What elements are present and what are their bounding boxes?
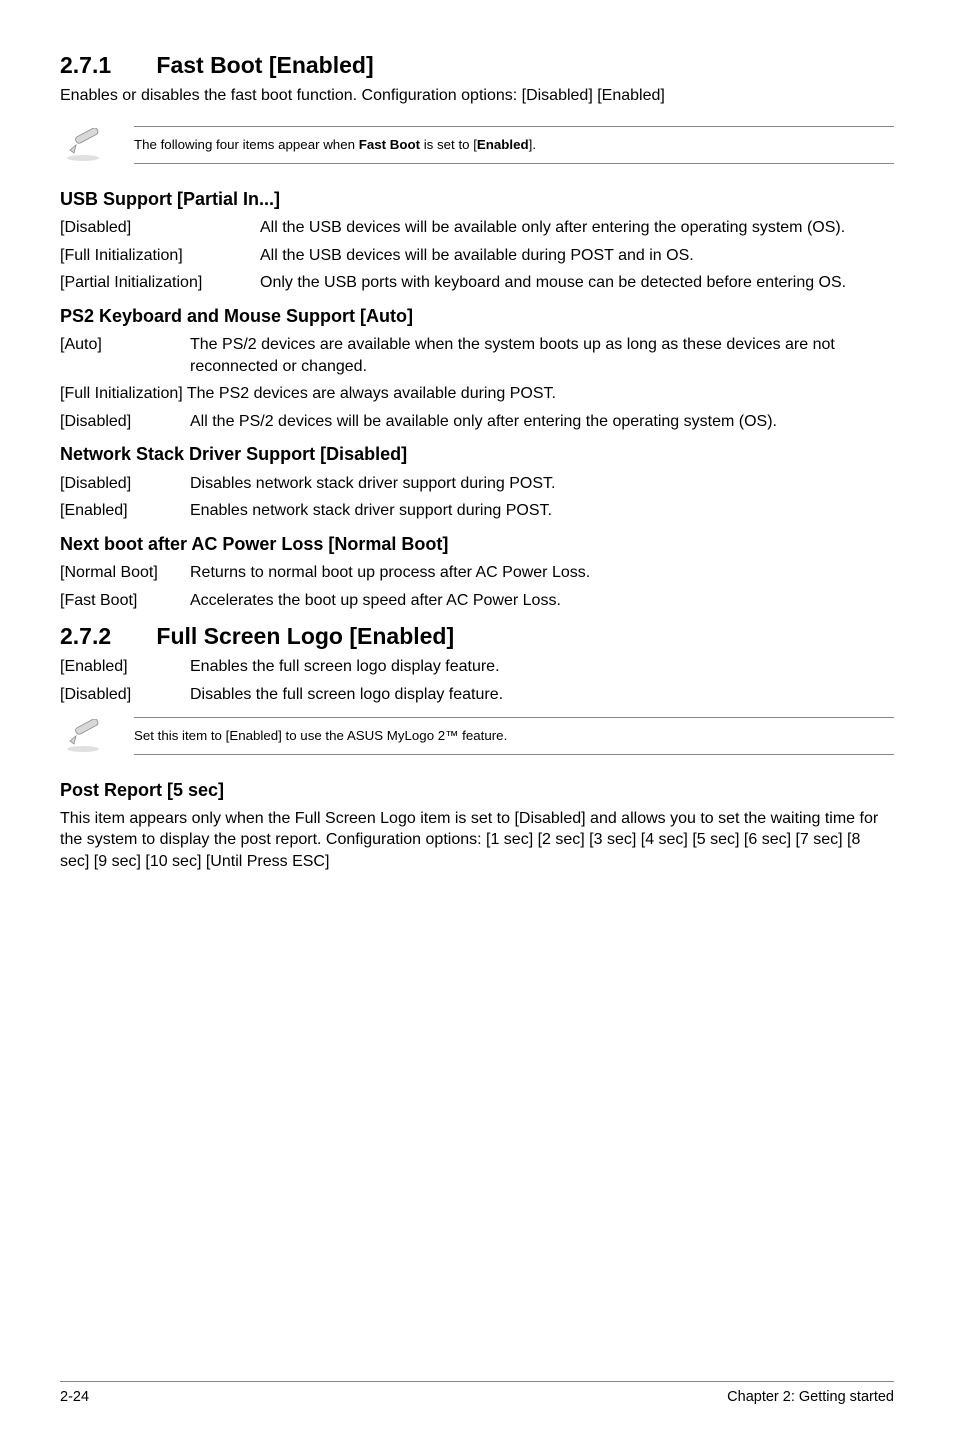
option-term: [Full Initialization] [60, 245, 260, 267]
option-term: [Enabled] [60, 500, 190, 522]
postreport-para: This item appears only when the Full Scr… [60, 808, 894, 873]
postreport-heading: Post Report [5 sec] [60, 778, 894, 802]
option-term: [Enabled] [60, 656, 190, 678]
usb-row: [Partial Initialization] Only the USB po… [60, 272, 894, 294]
page-footer: 2-24 Chapter 2: Getting started [60, 1381, 894, 1408]
option-desc: Returns to normal boot up process after … [190, 562, 894, 584]
note-text: The following four items appear when Fas… [134, 126, 894, 164]
netstack-heading: Network Stack Driver Support [Disabled] [60, 442, 894, 466]
option-term: [Disabled] [60, 473, 190, 495]
option-desc: Accelerates the boot up speed after AC P… [190, 590, 894, 612]
option-term: [Fast Boot] [60, 590, 190, 612]
ps2-row-inline: [Full Initialization] The PS2 devices ar… [60, 383, 894, 405]
logo-row: [Enabled] Enables the full screen logo d… [60, 656, 894, 678]
logo-row: [Disabled] Disables the full screen logo… [60, 684, 894, 706]
ps2-heading: PS2 Keyboard and Mouse Support [Auto] [60, 304, 894, 328]
usb-row: [Disabled] All the USB devices will be a… [60, 217, 894, 239]
option-desc: Enables network stack driver support dur… [190, 500, 894, 522]
section-title: Fast Boot [Enabled] [156, 52, 373, 78]
option-desc: All the USB devices will be available on… [260, 217, 894, 239]
nextboot-heading: Next boot after AC Power Loss [Normal Bo… [60, 532, 894, 556]
option-term: [Disabled] [60, 684, 190, 706]
section-272-heading: 2.7.2 Full Screen Logo [Enabled] [60, 621, 894, 652]
nextboot-row: [Normal Boot] Returns to normal boot up … [60, 562, 894, 584]
usb-row: [Full Initialization] All the USB device… [60, 245, 894, 267]
chapter-label: Chapter 2: Getting started [727, 1388, 894, 1408]
net-row: [Enabled] Enables network stack driver s… [60, 500, 894, 522]
note-mylogo: Set this item to [Enabled] to use the AS… [60, 716, 894, 756]
section-271-intro: Enables or disables the fast boot functi… [60, 85, 894, 107]
ps2-row: [Auto] The PS/2 devices are available wh… [60, 334, 894, 377]
option-term: [Normal Boot] [60, 562, 190, 584]
option-desc: The PS2 devices are always available dur… [187, 385, 556, 402]
section-number: 2.7.2 [60, 621, 150, 652]
nextboot-row: [Fast Boot] Accelerates the boot up spee… [60, 590, 894, 612]
option-term: [Auto] [60, 334, 190, 377]
page-number: 2-24 [60, 1388, 89, 1408]
note-text: Set this item to [Enabled] to use the AS… [134, 717, 894, 755]
option-desc: Disables the full screen logo display fe… [190, 684, 894, 706]
option-term: [Full Initialization] [60, 385, 183, 402]
option-desc: All the USB devices will be available du… [260, 245, 894, 267]
option-desc: Disables network stack driver support du… [190, 473, 894, 495]
option-term: [Disabled] [60, 411, 190, 433]
option-desc: The PS/2 devices are available when the … [190, 334, 894, 377]
note-fastboot: The following four items appear when Fas… [60, 125, 894, 165]
section-number: 2.7.1 [60, 50, 150, 81]
net-row: [Disabled] Disables network stack driver… [60, 473, 894, 495]
option-term: [Disabled] [60, 217, 260, 239]
option-desc: Enables the full screen logo display fea… [190, 656, 894, 678]
option-desc: Only the USB ports with keyboard and mou… [260, 272, 894, 294]
section-271-heading: 2.7.1 Fast Boot [Enabled] [60, 50, 894, 81]
section-title: Full Screen Logo [Enabled] [156, 623, 454, 649]
option-term: [Partial Initialization] [60, 272, 260, 294]
pencil-icon [60, 125, 114, 165]
ps2-row: [Disabled] All the PS/2 devices will be … [60, 411, 894, 433]
usb-support-heading: USB Support [Partial In...] [60, 187, 894, 211]
option-desc: All the PS/2 devices will be available o… [190, 411, 894, 433]
pencil-icon [60, 716, 114, 756]
